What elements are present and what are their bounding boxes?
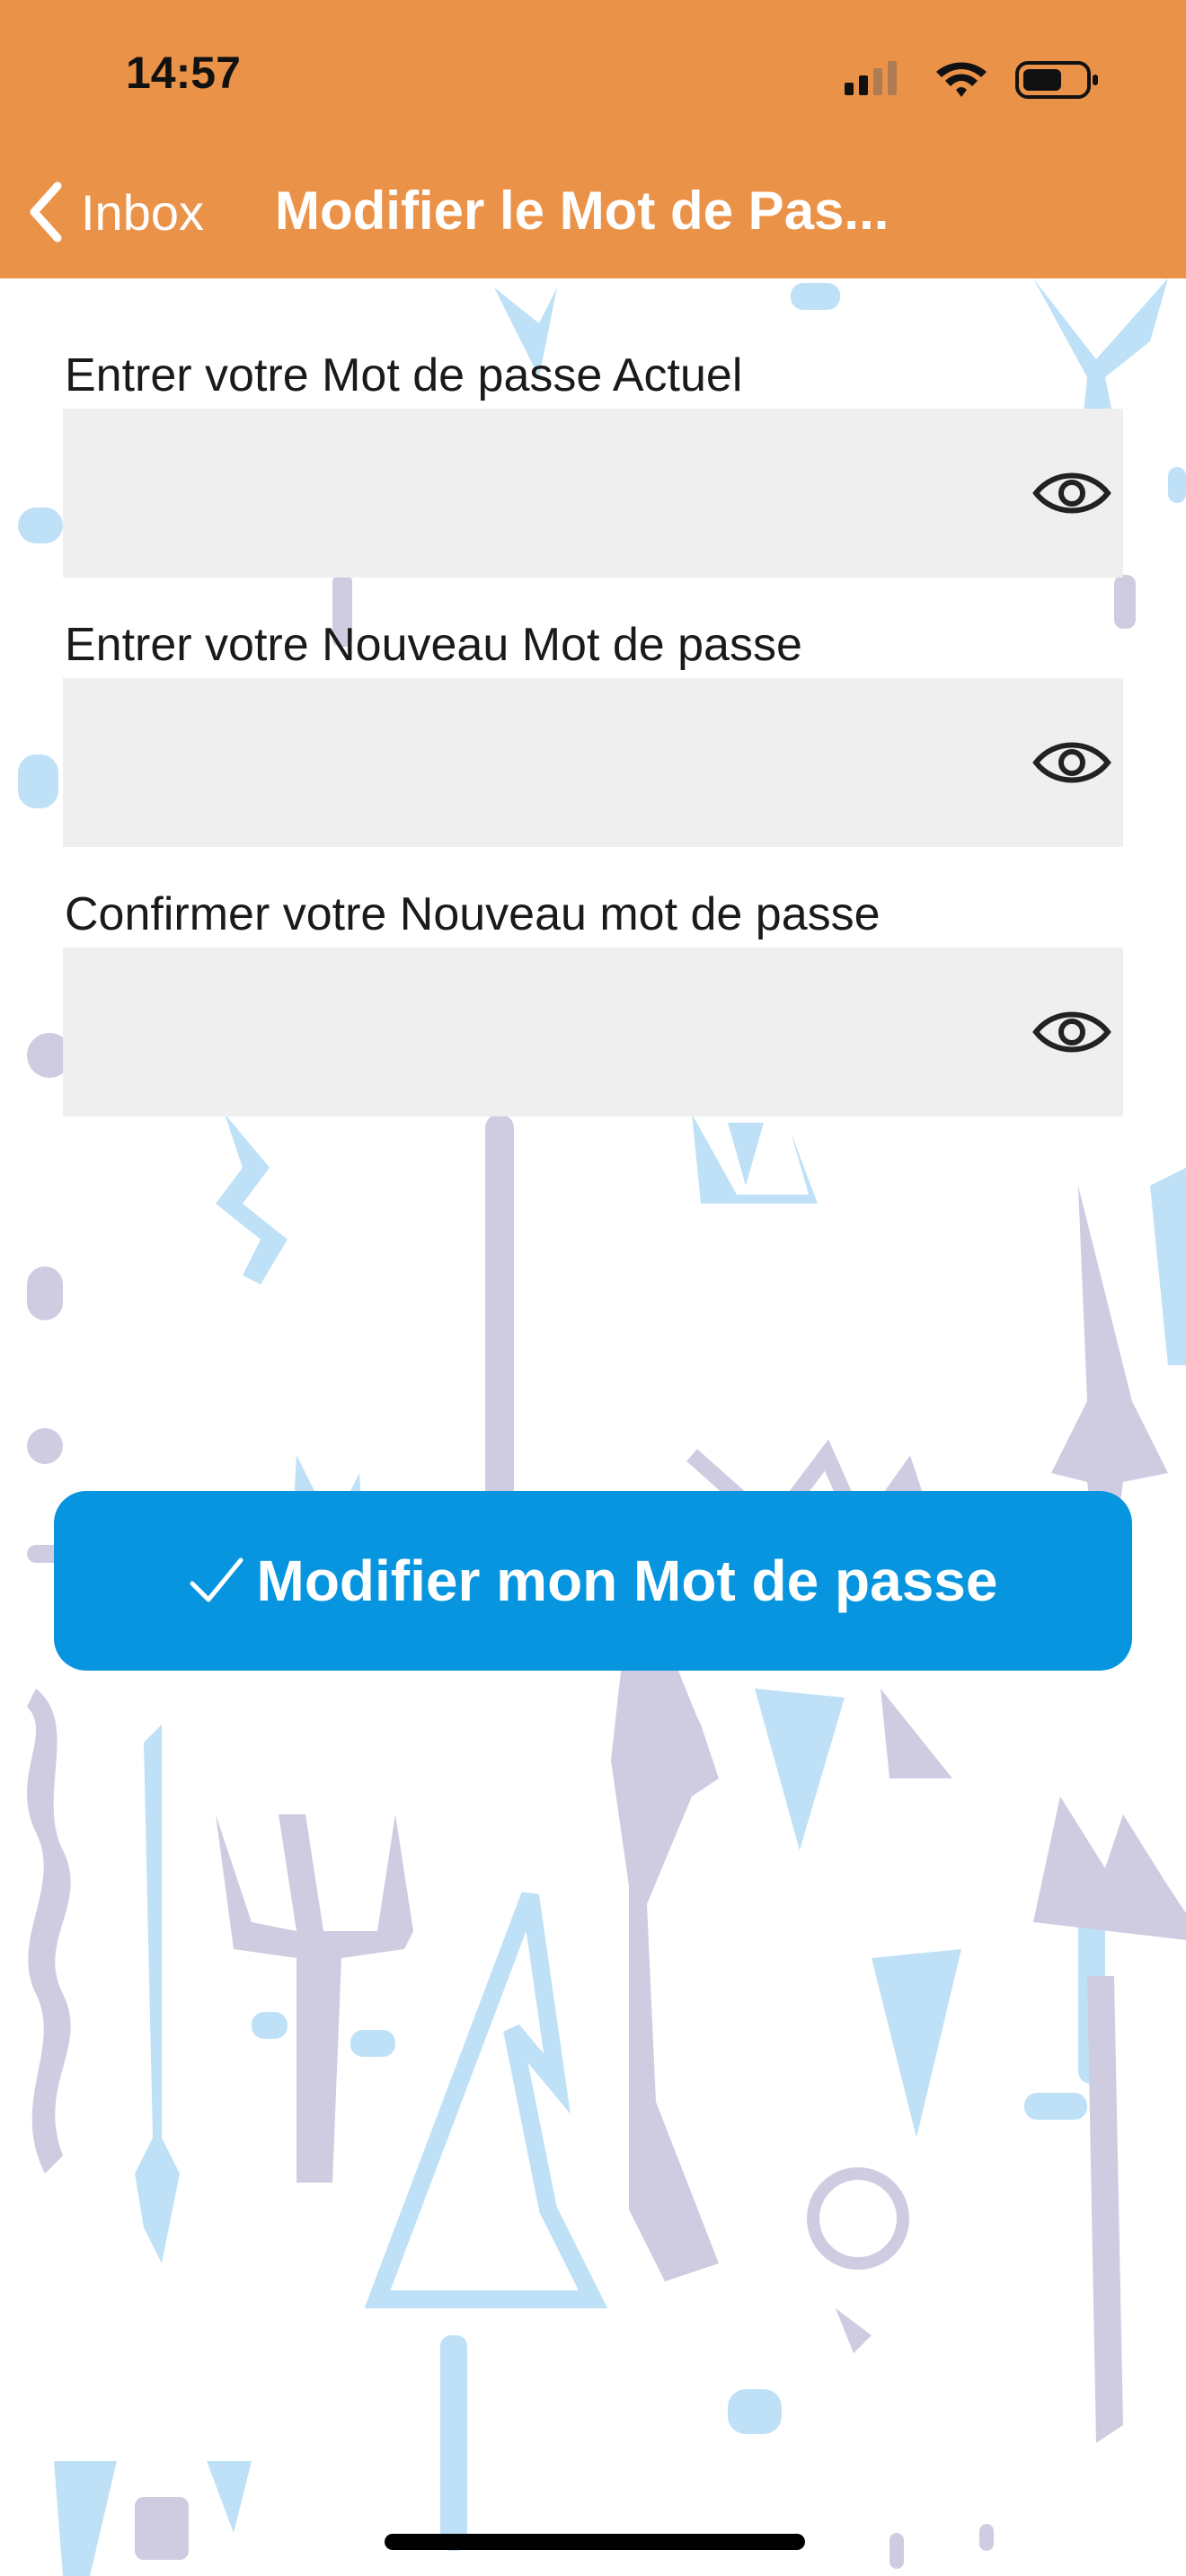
status-time: 14:57 — [126, 48, 241, 98]
eye-icon[interactable] — [1031, 1005, 1112, 1059]
status-icons — [845, 61, 1098, 99]
back-button[interactable]: Inbox — [25, 176, 204, 248]
checkmark-icon — [190, 1557, 243, 1602]
new-password-label: Entrer votre Nouveau Mot de passe — [65, 619, 802, 671]
page-title: Modifier le Mot de Pas... — [275, 181, 890, 241]
eye-icon[interactable] — [1031, 466, 1112, 520]
nav-header: 14:57 Inbox Modifier le Mot de Pas... — [0, 0, 1186, 278]
battery-icon — [1015, 61, 1098, 99]
current-password-field[interactable] — [63, 409, 1123, 578]
eye-icon[interactable] — [1031, 736, 1112, 790]
change-password-button-label: Modifier mon Mot de passe — [256, 1548, 998, 1613]
confirm-password-field[interactable] — [63, 948, 1123, 1116]
change-password-button[interactable]: Modifier mon Mot de passe — [54, 1491, 1132, 1671]
cellular-signal-icon — [845, 61, 897, 95]
back-label: Inbox — [81, 183, 204, 241]
wifi-icon — [936, 62, 987, 97]
home-indicator[interactable] — [385, 2534, 805, 2550]
current-password-label: Entrer votre Mot de passe Actuel — [65, 349, 743, 401]
new-password-field[interactable] — [63, 678, 1123, 847]
chevron-left-icon — [30, 181, 62, 243]
confirm-password-label: Confirmer votre Nouveau mot de passe — [65, 888, 881, 940]
